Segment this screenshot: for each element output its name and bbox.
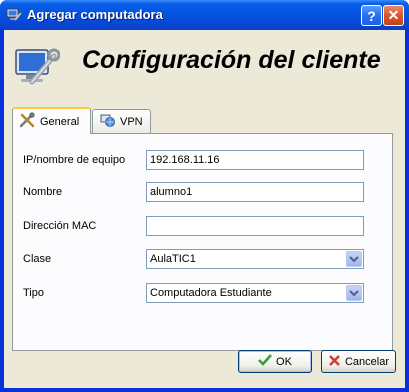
class-label: Clase (23, 253, 52, 265)
title-bar[interactable]: Agregar computadora ? ✕ (0, 0, 409, 30)
tab-general[interactable]: General (12, 107, 91, 134)
mac-field[interactable] (146, 216, 364, 236)
class-select[interactable]: AulaTIC1 (146, 249, 364, 269)
ok-button-label: OK (276, 355, 292, 368)
ok-button[interactable]: OK (238, 350, 312, 373)
globe-network-icon (99, 112, 115, 131)
general-panel: IP/nombre de equipo Nombre Dirección MAC… (12, 133, 393, 351)
name-field[interactable] (146, 182, 364, 202)
tools-icon (19, 112, 35, 131)
dialog-header: Configuración del cliente (4, 30, 405, 102)
tab-label: VPN (120, 115, 143, 128)
close-button[interactable]: ✕ (383, 5, 404, 26)
dialog-window: Agregar computadora ? ✕ Configuración de… (0, 0, 409, 392)
tab-label: General (40, 115, 80, 128)
chevron-down-icon[interactable] (346, 285, 362, 301)
computer-tools-icon (6, 7, 23, 23)
help-button[interactable]: ? (361, 5, 382, 26)
computer-wrench-icon (12, 42, 61, 90)
cancel-button[interactable]: Cancelar (321, 350, 396, 373)
type-label: Tipo (23, 287, 44, 299)
cross-icon (328, 354, 341, 370)
window-title: Agregar computadora (27, 7, 163, 22)
chevron-down-icon[interactable] (346, 251, 362, 267)
window-border (0, 388, 409, 392)
mac-label: Dirección MAC (23, 220, 97, 232)
class-select-value: AulaTIC1 (150, 253, 196, 265)
type-select-value: Computadora Estudiante (150, 287, 272, 299)
checkmark-icon (258, 354, 272, 369)
name-label: Nombre (23, 186, 63, 198)
ip-field[interactable] (146, 150, 364, 170)
page-title: Configuración del cliente (82, 46, 381, 74)
cancel-button-label: Cancelar (344, 355, 390, 368)
tab-vpn[interactable]: VPN (92, 109, 151, 133)
dialog-body: Configuración del cliente General VPN IP… (4, 30, 405, 388)
ip-label: IP/nombre de equipo (23, 154, 126, 166)
type-select[interactable]: Computadora Estudiante (146, 283, 364, 303)
